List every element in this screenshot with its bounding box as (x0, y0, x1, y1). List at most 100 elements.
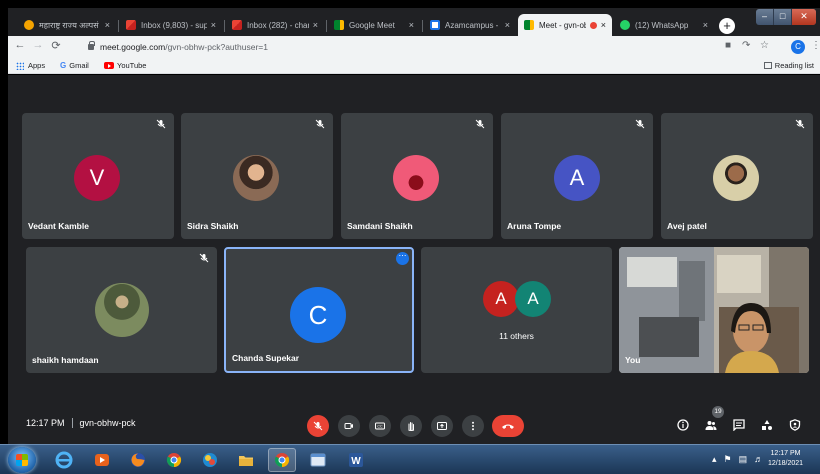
close-icon[interactable]: × (409, 20, 414, 30)
toggle-camera-button[interactable] (338, 415, 360, 437)
tab-azamcampus[interactable]: Azamcampus - Cal × (424, 14, 516, 36)
tab-label: Google Meet (349, 20, 395, 30)
toggle-mic-button[interactable] (307, 415, 329, 437)
others-avatar-right: A (515, 281, 551, 317)
participant-tile-sidra[interactable]: Sidra Shaikh (181, 113, 333, 239)
svg-text:CC: CC (377, 425, 383, 429)
volume-icon[interactable]: ♬ (754, 454, 763, 465)
meeting-details: 12:17 PM gvn-obhw-pck (26, 418, 136, 428)
tab-whatsapp[interactable]: (12) WhatsApp × (614, 14, 714, 36)
reading-list-button[interactable]: Reading list (763, 61, 814, 70)
close-icon[interactable]: × (505, 20, 510, 30)
participant-tile-hamdaan[interactable]: shaikh hamdaan (26, 247, 217, 373)
host-controls-button[interactable] (786, 416, 804, 434)
mic-off-icon (156, 119, 166, 129)
taskbar-window-manager[interactable] (304, 448, 332, 472)
tray-expand-icon[interactable]: ▴ (712, 454, 717, 465)
participant-tile-avej[interactable]: Avej patel (661, 113, 813, 239)
firefox-icon (131, 453, 145, 467)
close-icon[interactable]: × (601, 20, 606, 30)
chat-button[interactable] (730, 416, 748, 434)
meet-icon (524, 20, 534, 30)
mic-off-icon (315, 119, 325, 129)
kebab-menu-icon[interactable]: ⋮ (811, 40, 820, 51)
present-screen-button[interactable] (431, 415, 453, 437)
participant-tile-aruna[interactable]: A Aruna Tompe (501, 113, 653, 239)
share-icon[interactable]: ↷ (742, 40, 750, 51)
action-center-flag-icon[interactable]: ⚑ (724, 454, 732, 465)
taskbar-word[interactable]: W (342, 448, 370, 472)
participant-tile-chanda[interactable]: ⋯ C Chanda Supekar (224, 247, 414, 373)
taskbar-file-explorer[interactable] (232, 448, 260, 472)
camera-in-use-icon[interactable]: ■ (725, 40, 731, 51)
participant-name: Sidra Shaikh (187, 221, 239, 231)
minimize-button[interactable]: – (756, 9, 775, 25)
leave-call-button[interactable] (492, 415, 524, 437)
forward-arrow-icon[interactable]: → (30, 39, 46, 51)
participant-tile-samdani[interactable]: Samdani Shaikh (341, 113, 493, 239)
bookmark-label: Apps (28, 61, 46, 70)
internet-explorer-icon (55, 451, 73, 469)
window-close-button[interactable]: ✕ (792, 9, 816, 25)
chrome-icon (166, 453, 182, 468)
tab-separator (326, 20, 327, 32)
participant-photo (95, 283, 149, 337)
bookmark-youtube[interactable]: YouTube (104, 61, 146, 70)
media-player-icon (95, 454, 109, 466)
network-icon[interactable]: ▤ (739, 454, 748, 465)
participant-name: Chanda Supekar (232, 353, 300, 363)
back-arrow-icon[interactable]: ← (12, 39, 28, 51)
meeting-details-button[interactable] (674, 416, 692, 434)
app-orb-icon (203, 453, 217, 467)
profile-avatar[interactable]: C (791, 40, 805, 54)
raise-hand-button[interactable] (400, 415, 422, 437)
activities-button[interactable] (758, 416, 776, 434)
address-bar[interactable]: meet.google.com/gvn-obhw-pck?authuser=1 (82, 38, 718, 56)
tab-gmail-inbox-chan[interactable]: Inbox (282) - chan × (226, 14, 324, 36)
new-tab-button[interactable]: + (719, 18, 735, 34)
taskbar-app-colorful[interactable] (196, 448, 224, 472)
present-screen-icon (437, 422, 447, 430)
others-tile[interactable]: A A 11 others (421, 247, 612, 373)
tab-meet-active[interactable]: Meet - gvn-ob × (518, 14, 612, 36)
taskbar-media-player[interactable] (88, 448, 116, 472)
participants-button[interactable] (702, 416, 720, 434)
reload-icon[interactable]: ⟳ (48, 39, 64, 52)
chrome-icon (274, 453, 290, 468)
taskbar-firefox[interactable] (124, 448, 152, 472)
more-options-button[interactable]: ⋯ (396, 252, 409, 265)
tab-gmail-inbox-sup[interactable]: Inbox (9,803) - sup × (120, 14, 222, 36)
tab-label: (12) WhatsApp (635, 20, 689, 30)
close-icon[interactable]: × (313, 20, 318, 30)
browser-toolbar: ← → ⟳ meet.google.com/gvn-obhw-pck?authu… (8, 36, 820, 58)
more-options-button[interactable] (462, 415, 484, 437)
hand-icon (408, 422, 415, 431)
start-button[interactable] (8, 447, 36, 473)
bookmark-gmail[interactable]: G Gmail (60, 61, 89, 70)
close-icon[interactable]: × (105, 20, 110, 30)
tab-marathi-site[interactable]: महाराष्ट्र राज्य अल्पसं × (18, 14, 116, 36)
self-video-feed (619, 247, 809, 373)
self-video-tile[interactable]: You (619, 247, 809, 373)
taskbar-chrome-active[interactable] (268, 448, 296, 472)
bookmark-star-icon[interactable]: ☆ (760, 40, 769, 51)
meeting-info-separator (71, 418, 73, 428)
tab-label: Azamcampus - Cal (445, 20, 501, 30)
camera-icon (344, 423, 353, 429)
participant-tile-vedant[interactable]: V Vedant Kamble (22, 113, 174, 239)
tab-label: Inbox (282) - chan (247, 20, 309, 30)
close-icon[interactable]: × (211, 20, 216, 30)
tab-google-meet[interactable]: Google Meet × (328, 14, 420, 36)
tab-separator (224, 20, 225, 32)
windows-taskbar: W ▴ ⚑ ▤ ♬ 12:17 PM 12/18/2021 (0, 444, 820, 474)
taskbar-chrome[interactable] (160, 448, 188, 472)
maximize-button[interactable]: □ (774, 9, 793, 25)
mic-off-icon (199, 253, 209, 263)
taskbar-internet-explorer[interactable] (50, 448, 78, 472)
close-icon[interactable]: × (703, 20, 708, 30)
captions-button[interactable]: CC (369, 415, 391, 437)
taskbar-clock[interactable]: 12:17 PM 12/18/2021 (768, 449, 803, 469)
bookmark-apps[interactable]: Apps (16, 61, 45, 70)
tab-label: Inbox (9,803) - sup (141, 20, 207, 30)
participant-name: Aruna Tompe (507, 221, 562, 231)
